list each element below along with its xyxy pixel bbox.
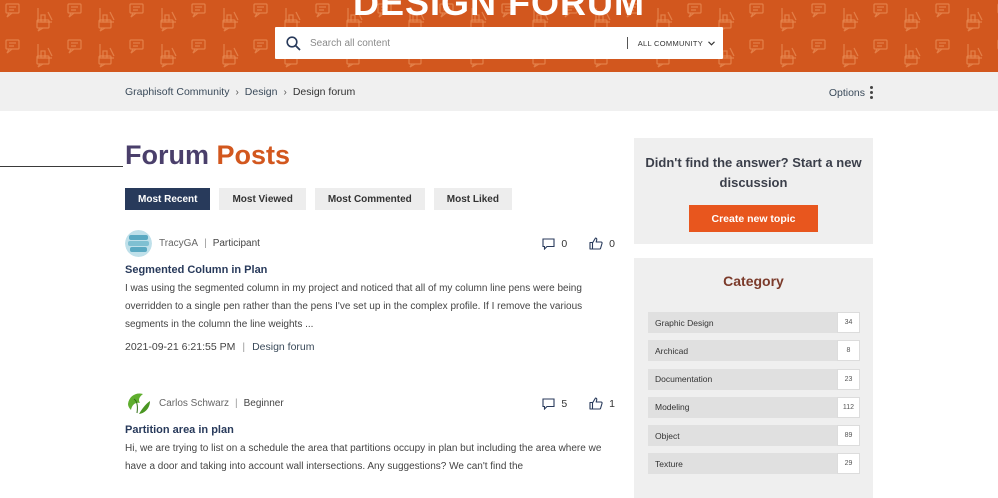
avatar[interactable] [125, 230, 152, 257]
likes-count: 1 [609, 397, 615, 410]
likes-stat[interactable]: 1 [589, 397, 615, 410]
category-count: 34 [837, 312, 860, 333]
category-item-object[interactable]: Object 89 [648, 425, 860, 447]
create-new-topic-button[interactable]: Create new topic [689, 205, 818, 232]
breadcrumb-bar: Graphisoft Community › Design › Design f… [0, 72, 998, 111]
page-title: Forum Posts [125, 140, 290, 171]
comments-stat[interactable]: 0 [542, 238, 567, 250]
thumbs-up-icon [589, 237, 603, 250]
post-author[interactable]: Carlos Schwarz [159, 398, 229, 409]
forum-post: Carlos Schwarz | Beginner 5 1 Partition … [125, 390, 615, 476]
author-separator: | [204, 238, 207, 249]
search-divider [626, 37, 628, 49]
category-list: Graphic Design 34 Archicad 8 Documentati… [648, 312, 860, 482]
search-input[interactable] [310, 37, 627, 49]
likes-count: 0 [609, 237, 615, 250]
forum-post: TracyGA | Participant 0 0 Segmented Colu… [125, 230, 615, 353]
post-meta: 2021-09-21 6:21:55 PM | Design forum [125, 341, 615, 353]
breadcrumb: Graphisoft Community › Design › Design f… [125, 86, 355, 98]
post-title-link[interactable]: Partition area in plan [125, 424, 615, 436]
post-title-link[interactable]: Segmented Column in Plan [125, 264, 615, 276]
breadcrumb-current: Design forum [292, 86, 356, 98]
category-name: Graphic Design [648, 312, 837, 333]
chevron-right-icon: › [235, 86, 239, 98]
category-name: Object [648, 425, 837, 447]
options-label: Options [828, 86, 865, 99]
comments-count: 5 [561, 397, 568, 410]
banner-title: DESIGN FORUM [352, 0, 645, 23]
category-title: Category [723, 273, 784, 289]
post-date: 2021-09-21 6:21:55 PM [125, 341, 236, 353]
likes-stat[interactable]: 0 [589, 237, 615, 250]
post-stats: 0 0 [542, 237, 615, 250]
search-scope-label: ALL COMMUNITY [637, 38, 703, 48]
post-stats: 5 1 [542, 397, 615, 410]
meta-separator: | [242, 341, 246, 353]
category-count: 8 [837, 340, 860, 362]
category-item-modeling[interactable]: Modeling 112 [648, 396, 860, 418]
category-name: Archicad [648, 340, 837, 362]
post-excerpt: I was using the segmented column in my p… [125, 283, 583, 330]
category-count: 23 [837, 368, 860, 390]
category-item-texture[interactable]: Texture 29 [648, 453, 860, 475]
comments-count: 0 [561, 237, 568, 250]
search-scope-select[interactable]: ALL COMMUNITY [638, 39, 715, 48]
kebab-icon [870, 86, 873, 99]
category-item-graphic-design[interactable]: Graphic Design 34 [648, 312, 860, 333]
comment-icon [542, 237, 555, 250]
thumbs-up-icon [589, 397, 603, 410]
post-board-link[interactable]: Design forum [252, 341, 314, 353]
author-separator: | [235, 398, 238, 409]
category-panel: Category Graphic Design 34 Archicad 8 Do… [634, 258, 873, 498]
new-discussion-panel: Didn't find the answer? Start a new disc… [634, 138, 873, 244]
tab-most-viewed[interactable]: Most Viewed [219, 188, 306, 210]
options-menu-button[interactable]: Options [829, 86, 873, 99]
tab-most-commented[interactable]: Most Commented [314, 188, 425, 210]
post-excerpt: Hi, we are trying to list on a schedule … [125, 443, 602, 472]
post-header: TracyGA | Participant 0 0 [125, 230, 615, 257]
comments-stat[interactable]: 5 [542, 398, 567, 410]
category-item-archicad[interactable]: Archicad 8 [648, 340, 860, 362]
author-rank: Participant [212, 238, 260, 249]
comment-icon [542, 397, 555, 410]
author-rank: Beginner [243, 398, 284, 409]
search-box[interactable]: ALL COMMUNITY [275, 27, 723, 59]
category-name: Documentation [648, 368, 837, 390]
chevron-down-icon [708, 40, 715, 46]
post-author[interactable]: TracyGA [159, 238, 198, 249]
avatar[interactable] [125, 390, 152, 417]
category-count: 29 [837, 453, 860, 475]
post-header: Carlos Schwarz | Beginner 5 1 [125, 390, 615, 417]
breadcrumb-community-link[interactable]: Graphisoft Community [125, 86, 229, 98]
tab-most-recent[interactable]: Most Recent [125, 188, 211, 210]
category-count: 112 [837, 396, 860, 418]
title-divider-line [0, 166, 123, 167]
forum-banner: DESIGN FORUM ALL COMMUNITY [0, 0, 998, 72]
breadcrumb-design-link[interactable]: Design [245, 86, 278, 98]
sort-tabs: Most Recent Most Viewed Most Commented M… [125, 188, 512, 210]
category-name: Texture [648, 453, 837, 475]
category-count: 89 [837, 425, 860, 447]
search-icon[interactable] [284, 34, 302, 52]
chevron-right-icon: › [283, 86, 287, 98]
tab-most-liked[interactable]: Most Liked [433, 188, 512, 210]
category-name: Modeling [648, 396, 837, 418]
category-item-documentation[interactable]: Documentation 23 [648, 368, 860, 390]
page-title-posts: Posts [216, 140, 291, 170]
page-title-forum: Forum [125, 140, 209, 170]
new-discussion-prompt: Didn't find the answer? Start a new disc… [645, 155, 862, 190]
